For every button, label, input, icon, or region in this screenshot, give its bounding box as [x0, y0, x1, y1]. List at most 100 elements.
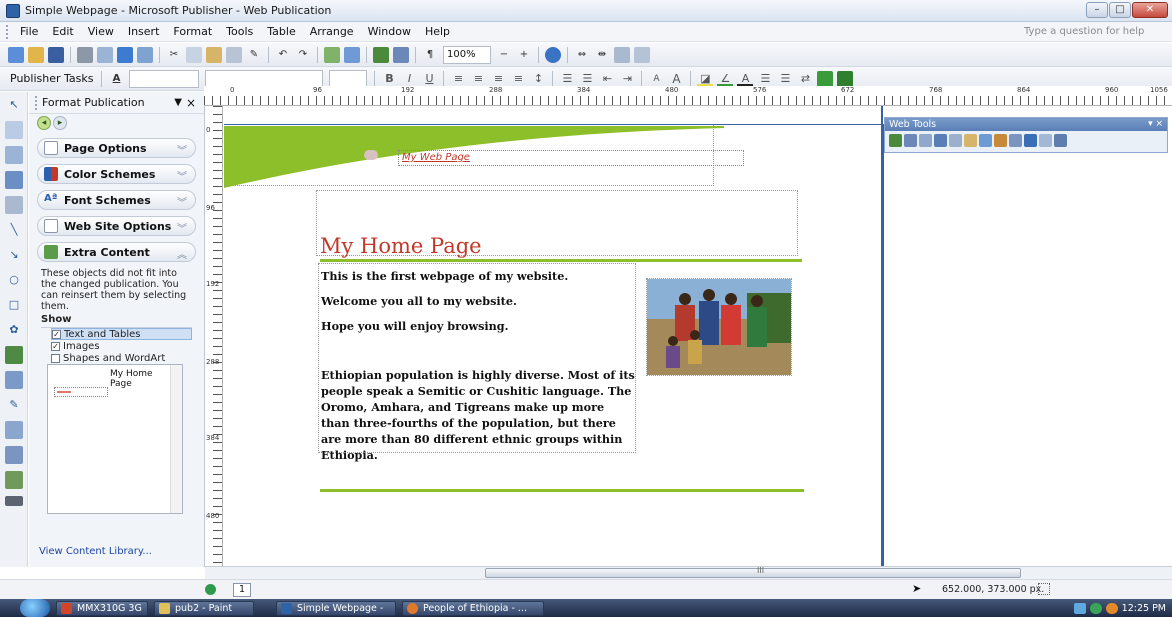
horizontal-scrollbar[interactable]: III [205, 566, 1172, 579]
insert-table-icon[interactable] [5, 146, 23, 164]
hyperlink-icon[interactable] [373, 46, 389, 63]
taskpane-close-icon[interactable]: × [186, 96, 196, 110]
align-right-icon[interactable]: ≡ [490, 71, 506, 87]
web-preview-icon[interactable] [393, 46, 409, 63]
justify-icon[interactable]: ≡ [510, 71, 526, 87]
maximize-button[interactable]: □ [1109, 2, 1131, 18]
bold-button[interactable]: B [381, 71, 397, 87]
menu-file[interactable]: File [13, 25, 45, 38]
close-button[interactable]: ✕ [1132, 2, 1168, 18]
help-search-input[interactable]: Type a question for help [1020, 25, 1150, 40]
table-icon[interactable] [614, 46, 630, 63]
rectangle-tool-icon[interactable]: □ [5, 296, 23, 314]
print-preview-icon[interactable] [97, 46, 113, 63]
logo-mark-icon[interactable] [364, 150, 378, 160]
menu-help[interactable]: Help [418, 25, 457, 38]
publisher-tasks-button[interactable]: Publisher Tasks [6, 72, 97, 85]
status-icon[interactable] [1089, 602, 1102, 614]
web-page-preview-icon[interactable] [904, 134, 917, 147]
page-heading[interactable]: My Home Page [320, 234, 482, 258]
fill-color-icon[interactable]: ◪ [697, 71, 714, 87]
bullets-icon[interactable]: ☰ [579, 71, 595, 87]
thumbnail-text[interactable]: My Home Page [110, 369, 170, 389]
align-left-icon[interactable]: ≡ [450, 71, 466, 87]
text-box-icon[interactable] [5, 121, 23, 139]
back-icon[interactable]: ◂ [37, 116, 51, 130]
form-control-icon[interactable] [5, 371, 23, 389]
taskpane-grip[interactable] [35, 95, 38, 110]
menu-table[interactable]: Table [260, 25, 302, 38]
horizontal-ruler[interactable]: 0 96 192 288 384 480 576 672 768 864 960… [204, 86, 1172, 106]
3d-style-icon[interactable] [837, 70, 854, 87]
design-gallery-icon[interactable] [5, 421, 23, 439]
catalog-merge-icon[interactable] [5, 446, 23, 464]
insert-hyperlink-icon[interactable] [889, 134, 902, 147]
scrollbar-thumb[interactable] [485, 568, 1021, 578]
start-button[interactable] [20, 599, 50, 617]
italic-button[interactable]: I [401, 71, 417, 87]
copy-icon[interactable] [186, 46, 202, 63]
body-textbox[interactable]: This is the first webpage of my website.… [318, 263, 636, 462]
wordart-icon[interactable] [5, 171, 23, 189]
underline-button[interactable]: U [421, 71, 437, 87]
checkbox-checked-icon[interactable]: ✓ [51, 341, 60, 351]
business-info-icon[interactable] [5, 471, 23, 489]
oval-tool-icon[interactable]: ○ [5, 271, 23, 289]
new-icon[interactable] [8, 46, 24, 63]
forward-icon[interactable]: ▸ [53, 116, 67, 130]
help-icon[interactable] [545, 46, 561, 63]
site-map-icon[interactable] [1054, 134, 1067, 147]
vertical-ruler[interactable]: 0 96 192 288 384 480 [205, 106, 223, 566]
font-size-select[interactable] [329, 69, 368, 88]
redo-icon[interactable]: ↷ [295, 47, 311, 63]
menu-tools[interactable]: Tools [219, 25, 260, 38]
brush-icon[interactable]: ✎ [246, 47, 262, 63]
update-icon[interactable] [1105, 602, 1118, 614]
dash-style-icon[interactable]: ☰ [777, 71, 793, 87]
clock[interactable]: 12:25 PM [1122, 603, 1166, 614]
taskbar-item-active[interactable]: Simple Webpage - ... [276, 600, 396, 617]
publication-canvas[interactable]: My Web Page My Home Page This is the fir… [224, 106, 1172, 566]
special-characters-icon[interactable]: ¶ [422, 47, 438, 63]
checkbox-images[interactable]: ✓ Images [51, 340, 192, 352]
menu-arrange[interactable]: Arrange [303, 25, 361, 38]
zoom-out-icon[interactable]: − [496, 47, 512, 63]
zoom-in-icon[interactable]: + [516, 47, 532, 63]
hot-spot-tool-icon[interactable] [919, 134, 932, 147]
checkbox-text-and-tables[interactable]: ✓ Text and Tables [51, 328, 192, 340]
email-icon[interactable] [1039, 134, 1052, 147]
font-color-icon[interactable]: A [737, 71, 754, 87]
thumbnail-placeholder[interactable] [54, 387, 108, 397]
tagline-textbox[interactable]: My Web Page [398, 150, 744, 166]
family-photo[interactable] [646, 278, 792, 376]
open-icon[interactable] [28, 46, 44, 63]
checkbox-checked-icon[interactable]: ✓ [52, 329, 61, 339]
section-font-schemes[interactable]: Aª Font Schemes ︾ [37, 190, 196, 210]
menu-window[interactable]: Window [361, 25, 418, 38]
section-color-schemes[interactable]: Color Schemes ︾ [37, 164, 196, 184]
taskbar-item[interactable]: pub2 - Paint [154, 600, 254, 616]
form-control-tool-icon[interactable] [934, 134, 947, 147]
taskbar-item[interactable]: People of Ethiopia - ... [402, 600, 544, 616]
extra-content-list[interactable]: My Home Page [47, 364, 183, 514]
hot-spot-icon[interactable] [5, 346, 23, 364]
taskbar-item[interactable]: MMX310G 3G USB ... [56, 600, 148, 617]
style-select[interactable] [129, 69, 200, 88]
autoshapes-icon[interactable]: ✿ [5, 321, 23, 339]
section-web-site-options[interactable]: Web Site Options ︾ [37, 216, 196, 236]
font-select[interactable] [205, 69, 324, 88]
save-icon[interactable] [48, 46, 64, 63]
numbering-icon[interactable]: ☰ [559, 71, 575, 87]
section-page-options[interactable]: Page Options ︾ [37, 138, 196, 158]
checkbox-shapes-and-wordart[interactable]: Shapes and WordArt [51, 352, 192, 364]
taskpane-dropdown-icon[interactable]: ▼ [174, 97, 182, 108]
web-tools-close-icon[interactable]: ▾ × [1148, 118, 1163, 131]
thumbnail-scrollbar[interactable] [170, 365, 182, 513]
web-tools-titlebar[interactable]: Web Tools ▾ × [885, 118, 1167, 131]
insert-page-icon[interactable] [994, 134, 1007, 147]
picture-frame-icon[interactable] [5, 196, 23, 214]
html-fragment-icon[interactable]: ✎ [5, 396, 23, 414]
increase-indent-icon[interactable]: ⇥ [619, 71, 635, 87]
web-page-options-icon[interactable] [964, 134, 977, 147]
align-center-icon[interactable]: ≡ [470, 71, 486, 87]
